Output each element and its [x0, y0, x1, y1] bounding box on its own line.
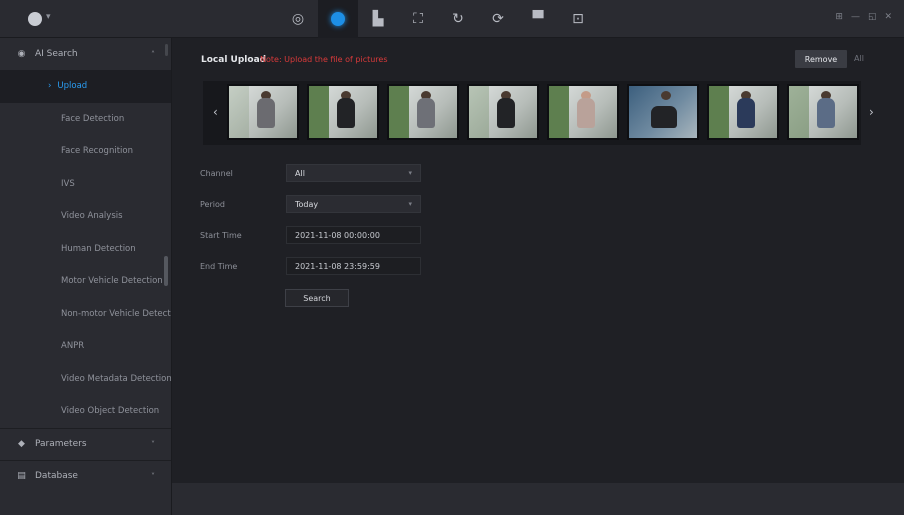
start-time-input[interactable]: 2021-11-08 00:00:00 [286, 226, 421, 244]
start-time-label: Start Time [200, 230, 242, 240]
menu-caret-icon[interactable]: ▾ [46, 12, 51, 22]
sidebar-item-video-metadata[interactable]: Video Metadata Detection [0, 363, 171, 396]
end-time-row: End Time 2021-11-08 23:59:59 [200, 257, 421, 275]
channel-row: Channel All ▾ [200, 164, 421, 182]
thumbnail[interactable] [547, 84, 619, 140]
minimize-icon[interactable]: — [851, 12, 860, 22]
parameters-icon: ◆ [18, 439, 25, 449]
upload-note: Note: Upload the file of pictures [260, 55, 388, 64]
playback-icon[interactable]: ⊡ [558, 0, 598, 38]
logo-icon[interactable] [28, 12, 42, 26]
bottom-bar [172, 483, 904, 515]
thumbnail[interactable] [627, 84, 699, 140]
end-time-label: End Time [200, 261, 238, 271]
sidebar-item-video-object[interactable]: Video Object Detection [0, 395, 171, 428]
display-icon[interactable]: ▀ [518, 0, 558, 38]
period-label: Period [200, 199, 225, 209]
main-panel: Local Upload Note: Upload the file of pi… [172, 38, 904, 515]
top-bar: ▾ ◎ ▙ ⛶ ↻ ⟳ ▀ ⊡ ⊞ — ◱ ✕ [0, 0, 904, 38]
ai-sphere-icon[interactable] [318, 0, 358, 38]
chevron-up-icon: ˄ [151, 49, 155, 59]
sidebar-item-human-detection[interactable]: Human Detection [0, 233, 171, 266]
thumbnail[interactable] [467, 84, 539, 140]
search-button[interactable]: Search [285, 289, 349, 307]
chevron-left-icon[interactable]: ‹ [213, 105, 218, 119]
sidebar-item-ivs[interactable]: IVS [0, 168, 171, 201]
thumbnail-strip: ‹ › [203, 81, 874, 145]
sidebar-category-database[interactable]: ▤ Database ˅ [0, 459, 171, 492]
remove-button[interactable]: Remove [795, 50, 847, 68]
restore-icon[interactable]: ◱ [868, 12, 877, 22]
thumbnail[interactable] [787, 84, 859, 140]
sidebar-category-label: Parameters [35, 439, 87, 449]
period-value: Today [295, 199, 319, 209]
top-nav: ◎ ▙ ⛶ ↻ ⟳ ▀ ⊡ [278, 0, 598, 38]
sidebar: ◉ AI Search ˄ Upload Face Detection Face… [0, 38, 172, 515]
chevron-right-icon[interactable]: › [869, 105, 874, 119]
page-title: Local Upload [201, 55, 267, 65]
thumbnail[interactable] [387, 84, 459, 140]
sidebar-item-upload[interactable]: Upload [0, 70, 171, 103]
end-time-input[interactable]: 2021-11-08 23:59:59 [286, 257, 421, 275]
select-all-button[interactable]: All [854, 54, 864, 63]
database-icon: ▤ [17, 471, 26, 481]
chevron-down-icon: ▾ [408, 169, 412, 177]
period-select[interactable]: Today ▾ [286, 195, 421, 213]
thumbnail[interactable] [707, 84, 779, 140]
camera-shutter-icon[interactable]: ◎ [278, 0, 318, 38]
sidebar-category-ai-search[interactable]: ◉ AI Search ˄ [0, 38, 171, 70]
grid-icon[interactable]: ⊞ [835, 12, 843, 22]
start-time-row: Start Time 2021-11-08 00:00:00 [200, 226, 421, 244]
sidebar-category-parameters[interactable]: ◆ Parameters ˅ [0, 427, 171, 460]
sidebar-item-motor-vehicle[interactable]: Motor Vehicle Detection [0, 265, 171, 298]
sidebar-item-non-motor-vehicle[interactable]: Non-motor Vehicle Detection [0, 298, 171, 331]
sync-icon[interactable]: ⟳ [478, 0, 518, 38]
channel-label: Channel [200, 168, 233, 178]
person-icon[interactable]: ▙ [358, 0, 398, 38]
window-controls: ⊞ — ◱ ✕ [835, 12, 892, 22]
chevron-down-icon: ˅ [151, 439, 155, 449]
sidebar-scrollbar[interactable] [164, 256, 168, 286]
thumbnail[interactable] [307, 84, 379, 140]
sidebar-item-video-analysis[interactable]: Video Analysis [0, 200, 171, 233]
chevron-down-icon: ▾ [408, 200, 412, 208]
people-counting-icon[interactable]: ⛶ [398, 0, 438, 38]
ai-search-icon: ◉ [17, 49, 26, 59]
sidebar-item-anpr[interactable]: ANPR [0, 330, 171, 363]
refresh-icon[interactable]: ↻ [438, 0, 478, 38]
thumbnail[interactable] [227, 84, 299, 140]
sidebar-item-face-recognition[interactable]: Face Recognition [0, 135, 171, 168]
period-row: Period Today ▾ [200, 195, 421, 213]
sidebar-category-label: AI Search [35, 49, 78, 59]
close-icon[interactable]: ✕ [884, 12, 892, 22]
chevron-down-icon: ˅ [151, 471, 155, 481]
sidebar-category-label: Database [35, 471, 78, 481]
sidebar-scrollbar-top[interactable] [165, 44, 168, 56]
sidebar-item-face-detection[interactable]: Face Detection [0, 103, 171, 136]
channel-select[interactable]: All ▾ [286, 164, 421, 182]
channel-value: All [295, 168, 305, 178]
